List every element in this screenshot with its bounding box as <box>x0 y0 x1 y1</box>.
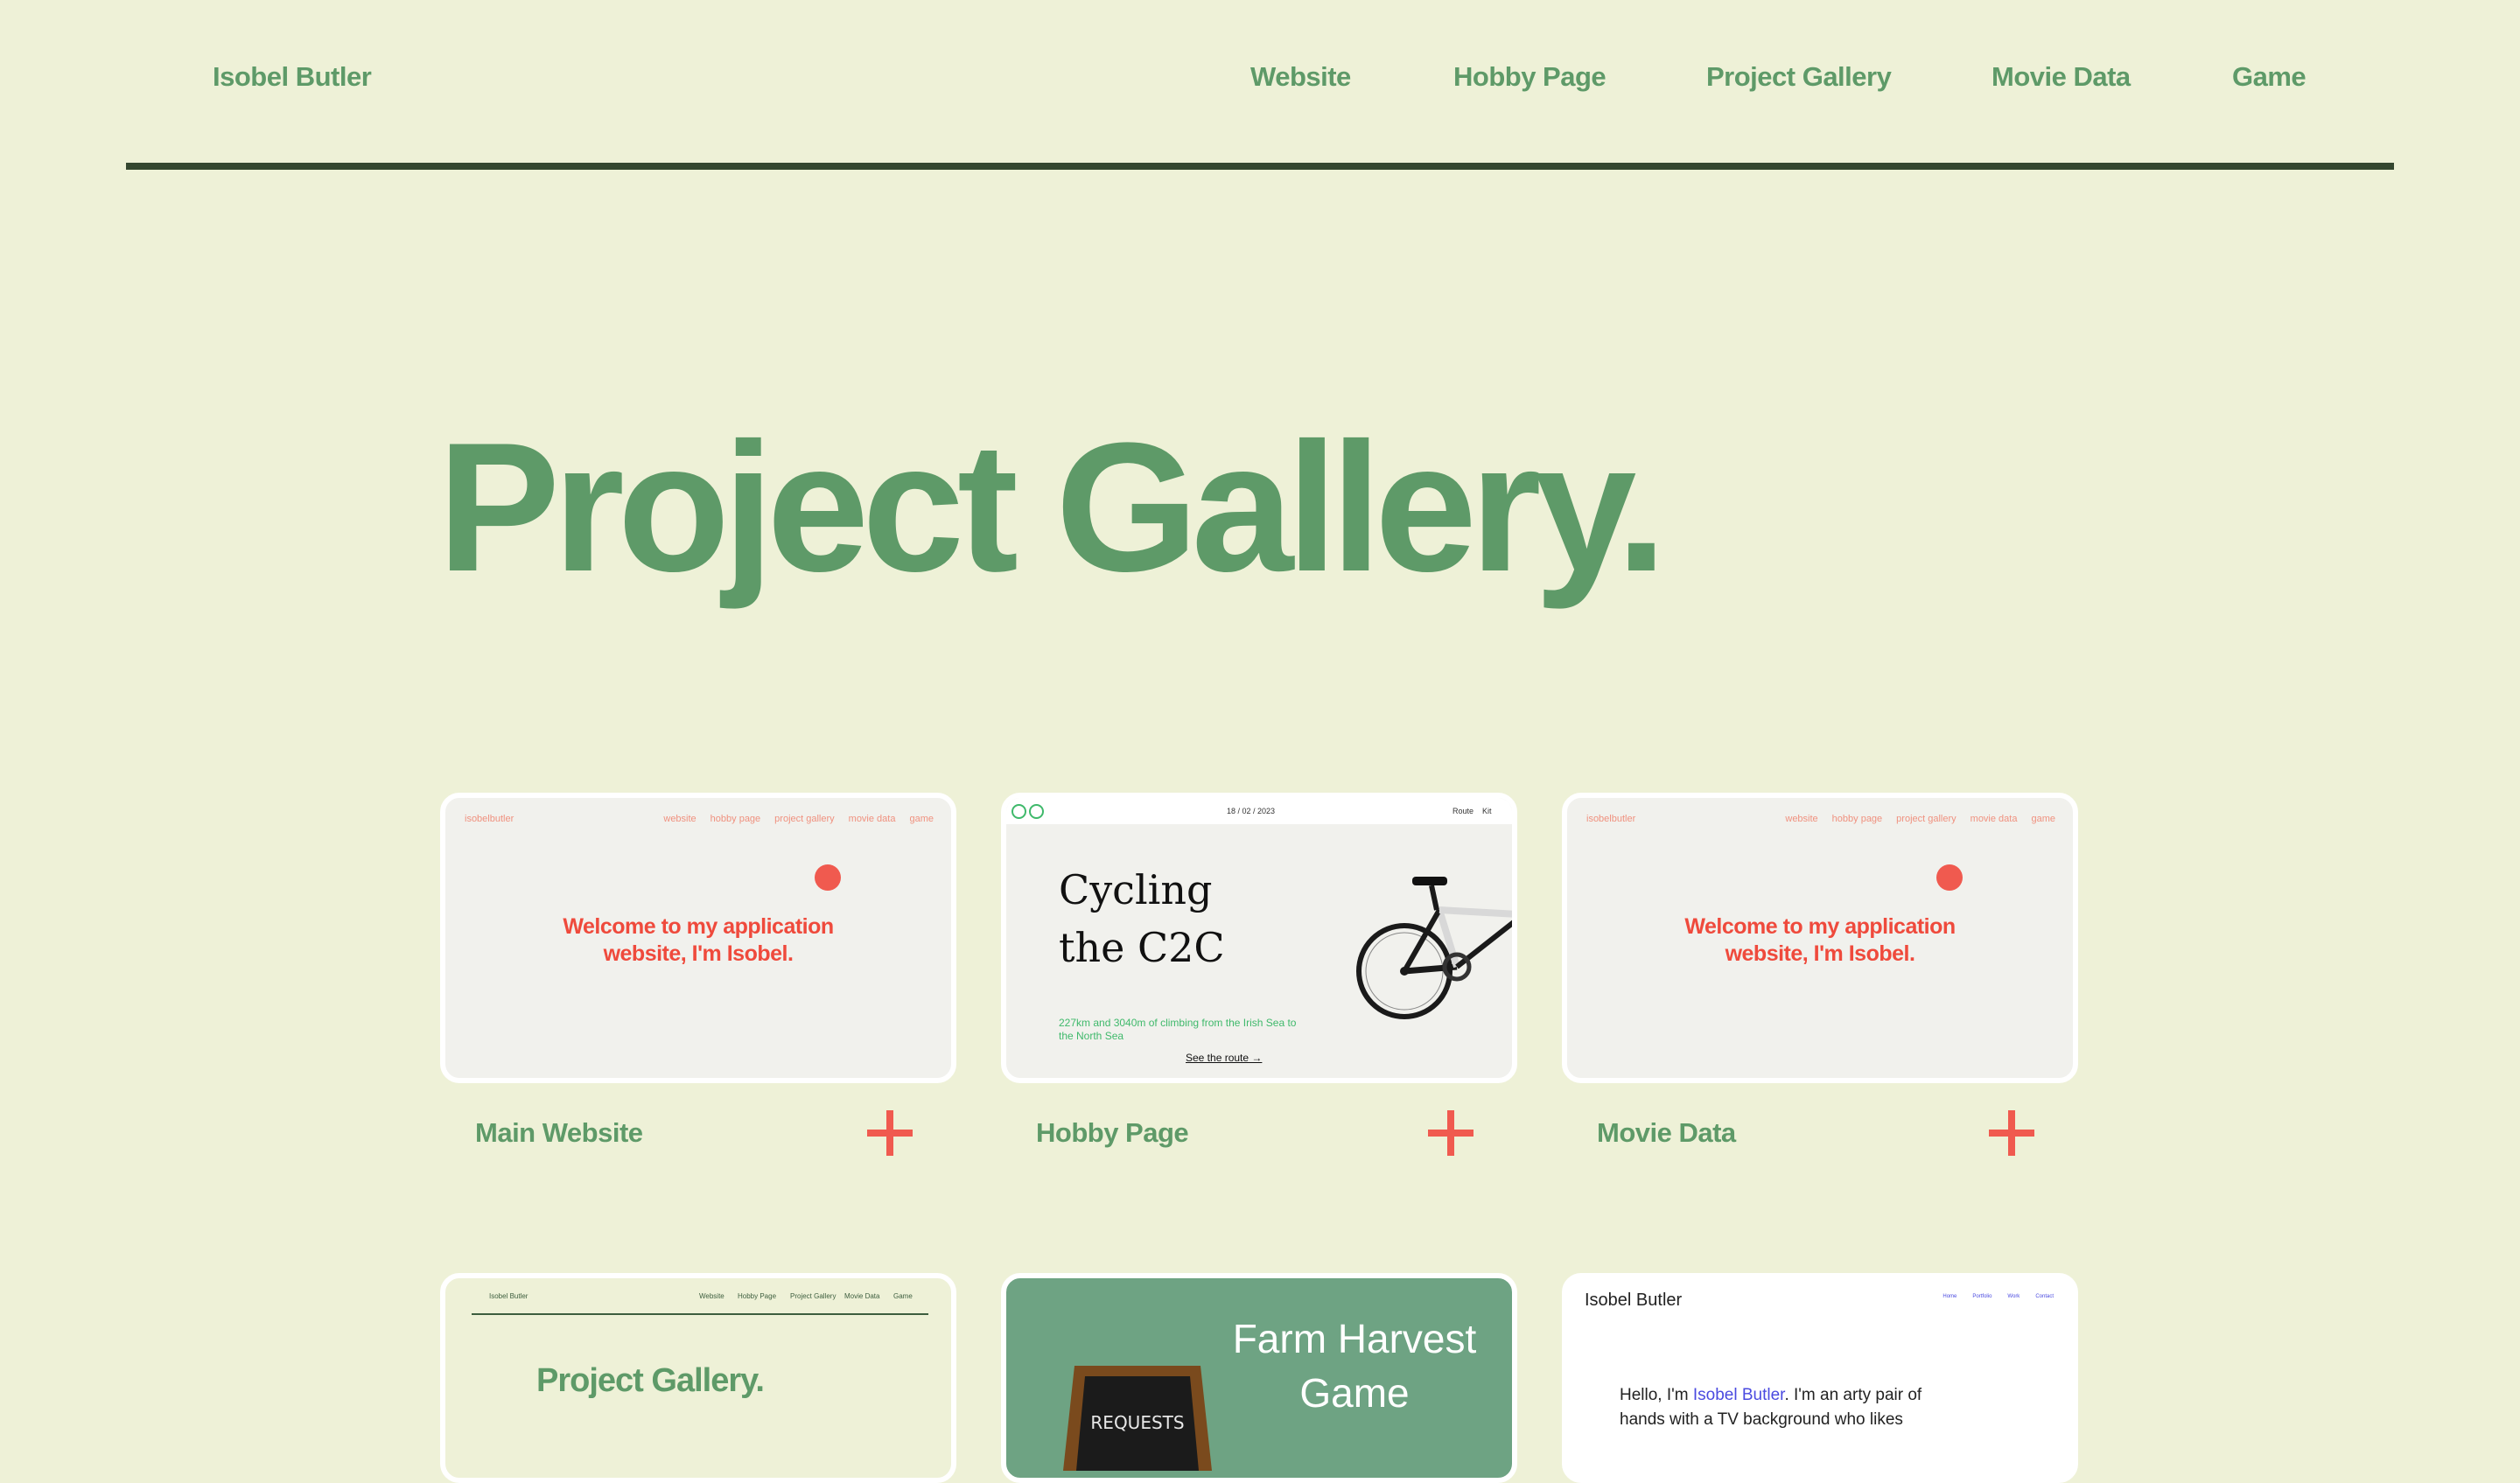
preview-link: website <box>1785 814 1818 824</box>
preview-welcome-line2: website, I'm Isobel. <box>1725 941 1915 966</box>
preview-link: Portfolio <box>1972 1294 1992 1299</box>
preview-welcome-line1: Welcome to my application <box>563 914 834 939</box>
preview-kit-link: Kit <box>1482 807 1492 815</box>
project-label-main-website[interactable]: Main Website <box>475 1117 643 1149</box>
preview-title-line2: Game <box>1299 1370 1410 1416</box>
nav-link-project-gallery[interactable]: Project Gallery <box>1706 61 1892 93</box>
project-card-hobby-page[interactable]: 18 / 02 / 2023 Route Kit Cycling the C2C… <box>1001 793 1517 1083</box>
preview-title: Farm Harvest Game <box>1223 1312 1486 1420</box>
preview-link: movie data <box>1970 814 2018 824</box>
expand-plus-icon[interactable] <box>1428 1110 1474 1156</box>
project-label-movie-data[interactable]: Movie Data <box>1597 1117 1736 1149</box>
chalkboard-sign-icon: REQUESTS <box>1063 1366 1212 1471</box>
top-nav: Isobel Butler Website Hobby Page Project… <box>0 0 2520 170</box>
preview-link: Game <box>893 1292 913 1300</box>
preview-link: movie data <box>848 814 896 824</box>
nav-link-website[interactable]: Website <box>1250 61 1351 93</box>
preview-link: game <box>2031 814 2055 824</box>
bicycle-icon <box>1356 877 1512 1019</box>
chalkboard-text: REQUESTS <box>1090 1412 1184 1433</box>
preview-link: project gallery <box>1896 814 1956 824</box>
preview-title-line1: Farm Harvest <box>1232 1316 1477 1361</box>
project-card-movie-data[interactable]: isobelbutler website hobby page project … <box>1562 793 2078 1083</box>
project-card-main-website[interactable]: isobelbutler website hobby page project … <box>440 793 956 1083</box>
preview-link: Hobby Page <box>738 1292 777 1300</box>
nav-link-hobby-page[interactable]: Hobby Page <box>1453 61 1606 93</box>
preview-brand: isobelbutler <box>1586 814 1636 824</box>
preview-link: website <box>663 814 696 824</box>
brand-link[interactable]: Isobel Butler <box>213 61 372 93</box>
preview-date: 18 / 02 / 2023 <box>1227 807 1276 815</box>
intro-name-link: Isobel Butler <box>1692 1386 1785 1404</box>
preview-brand: Isobel Butler <box>489 1292 528 1300</box>
preview-title: Cycling the C2C <box>1059 861 1225 976</box>
logo-circle-icon <box>1029 804 1044 819</box>
preview-see-route-link: See the route → <box>1186 1052 1263 1064</box>
nav-divider <box>126 163 2394 170</box>
preview-intro: Hello, I'm Isobel Butler. I'm an arty pa… <box>1620 1383 1935 1432</box>
preview-header: 18 / 02 / 2023 Route Kit <box>1006 798 1512 824</box>
preview-link: Website <box>699 1292 724 1300</box>
preview-welcome-line1: Welcome to my application <box>1684 914 1956 939</box>
preview-link: Project Gallery <box>790 1292 836 1300</box>
preview-divider <box>472 1313 928 1315</box>
nav-link-movie-data[interactable]: Movie Data <box>1992 61 2131 93</box>
preview-title-line2: the C2C <box>1059 924 1225 971</box>
page-title: Project Gallery. <box>438 404 1667 610</box>
preview-title-line1: Cycling <box>1059 866 1213 913</box>
project-card-about[interactable]: Isobel Butler Home Portfolio Work Contac… <box>1562 1273 2078 1483</box>
nav-link-game[interactable]: Game <box>2232 61 2306 93</box>
preview-nav: Home Portfolio Work Contact <box>1942 1294 2054 1299</box>
preview-link: Contact <box>2035 1294 2054 1299</box>
preview-link: hobby page <box>710 814 761 824</box>
preview-link: Work <box>2007 1294 2020 1299</box>
preview-link: project gallery <box>774 814 835 824</box>
preview-red-dot <box>1936 864 1963 891</box>
preview-link: hobby page <box>1831 814 1883 824</box>
preview-link: game <box>909 814 934 824</box>
preview-brand: Isobel Butler <box>1585 1291 1683 1310</box>
preview-subtitle: 227km and 3040m of climbing from the Iri… <box>1059 1017 1297 1042</box>
intro-prefix: Hello, I'm <box>1620 1386 1693 1404</box>
preview-brand: isobelbutler <box>465 814 514 824</box>
preview-link: Home <box>1942 1294 1957 1299</box>
preview-nav: isobelbutler website hobby page project … <box>1567 798 2073 833</box>
expand-plus-icon[interactable] <box>867 1110 913 1156</box>
logo-circle-icon <box>1012 804 1026 819</box>
preview-link: Movie Data <box>844 1292 880 1300</box>
project-card-farm-harvest-game[interactable]: Farm Harvest Game REQUESTS <box>1001 1273 1517 1483</box>
project-label-hobby-page[interactable]: Hobby Page <box>1036 1117 1189 1149</box>
preview-red-dot <box>815 864 841 891</box>
preview-nav: isobelbutler website hobby page project … <box>445 798 951 833</box>
preview-route-link: Route <box>1452 807 1474 815</box>
project-card-project-gallery[interactable]: Isobel Butler Website Hobby Page Project… <box>440 1273 956 1483</box>
preview-welcome-line2: website, I'm Isobel. <box>603 941 794 966</box>
preview-title: Project Gallery. <box>536 1362 765 1399</box>
expand-plus-icon[interactable] <box>1989 1110 2034 1156</box>
